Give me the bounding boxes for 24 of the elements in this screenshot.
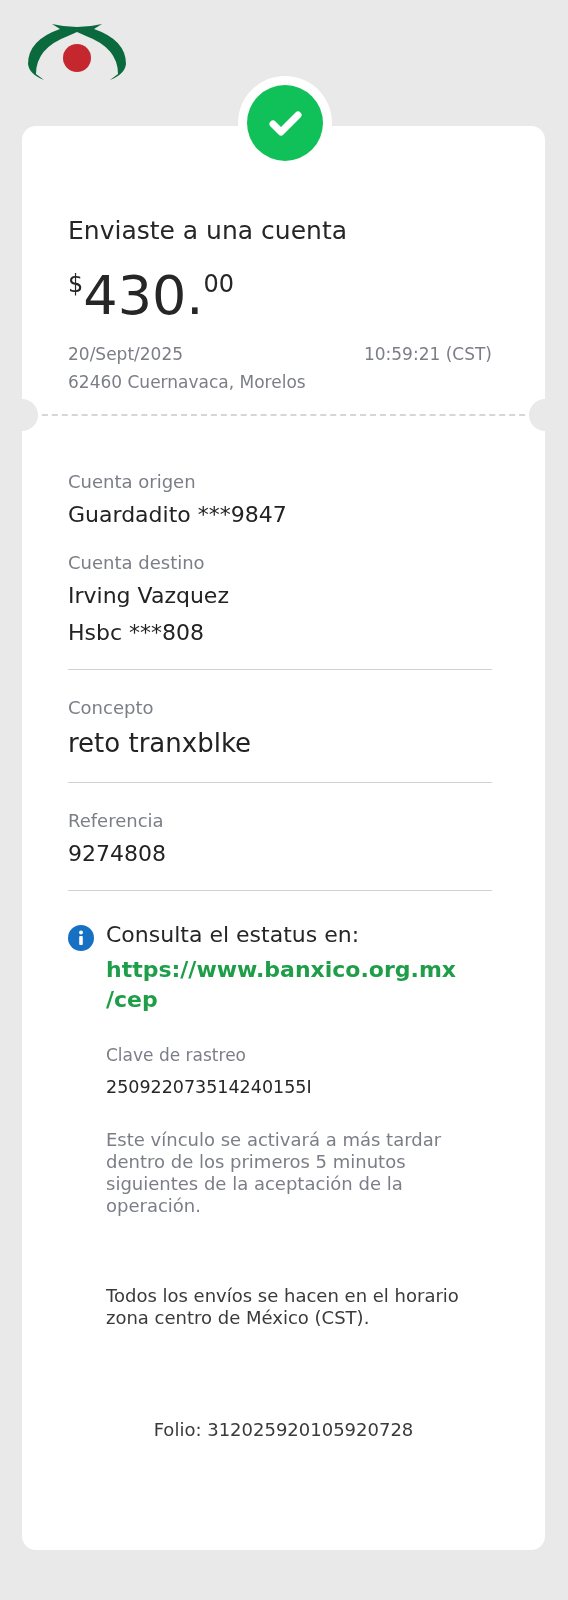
field-value: 9274808 [68,840,167,868]
location-text: 62460 Cuernavaca, Morelos [68,371,307,394]
tracking-key: 250922073514240155I [106,1069,492,1105]
tracking-label: Clave de rastreo [106,1044,247,1067]
field-label: Cuenta origen [68,470,197,494]
timezone-note: Todos los envíos se hacen en el horario zona centro de México (CST). [106,1285,460,1329]
time-text: 10:59:21 (CST) [363,343,492,366]
field-value: Irving Vazquez [68,582,230,610]
activation-note: Este vínculo se activará a más tardar dentro de los primeros 5 minutos siguientes de la aceptación de la operación. [106,1129,443,1217]
field-label: Cuenta destino [68,551,206,575]
transfer-title: Enviaste a una cuenta [68,215,349,247]
info-icon [68,925,94,951]
bank-logo-icon [26,22,128,82]
date-text: 20/Sept/2025 [68,343,184,366]
folio-text: Folio: 312025920105920728 [152,1419,415,1440]
status-heading: Consulta el estatus en: [106,921,361,949]
banxico-link[interactable]: https://www.banxico.org.mx /cep [106,955,492,1015]
success-check-icon [247,85,323,161]
amount-text: $^{$}$430.$^{00}$ [68,263,236,322]
field-value: reto tranxblke [68,727,252,760]
field-label: Concepto [68,696,155,720]
field-label: Referencia [68,809,165,833]
field-value: Hsbc ***808 [68,619,206,647]
field-value: Guardadito ***9847 [68,501,288,529]
